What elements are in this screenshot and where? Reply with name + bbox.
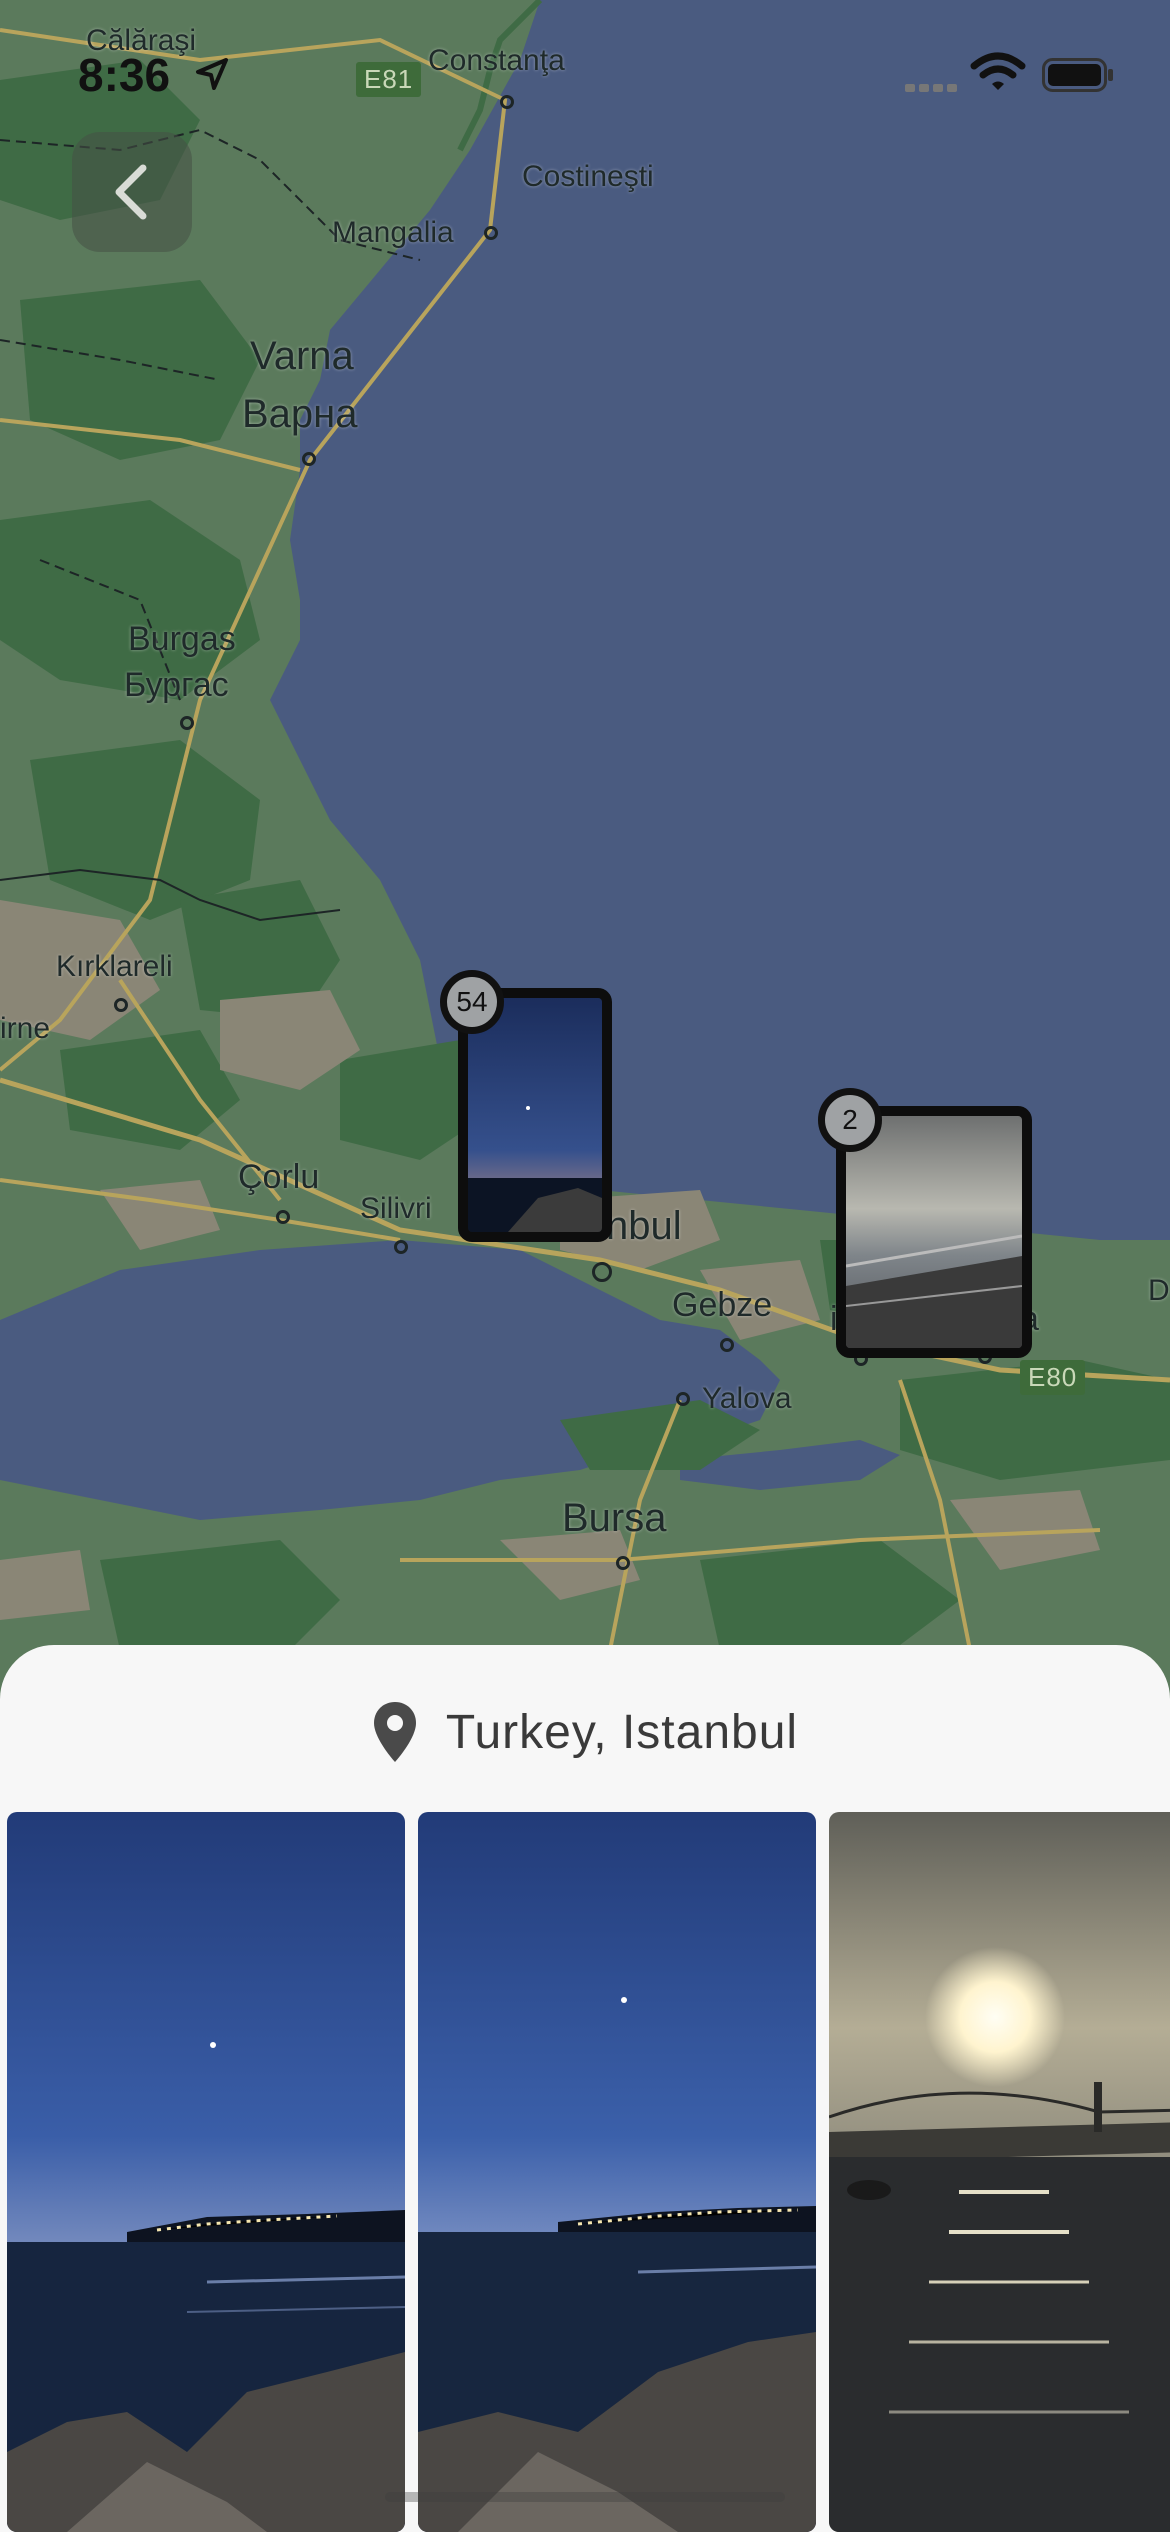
status-bar: 8:36: [0, 0, 1170, 140]
cluster-count-badge: 54: [440, 970, 504, 1034]
city-dot-yalova: [676, 1392, 690, 1406]
location-title: Turkey, Istanbul: [445, 1705, 799, 1759]
location-photos-sheet: Turkey, Istanbul: [0, 1645, 1170, 2532]
photo-thumbnail[interactable]: [7, 1812, 405, 2532]
photo-thumbnail[interactable]: [418, 1812, 816, 2532]
map-label-mangalia: Mangalia: [332, 216, 454, 249]
city-dot-burgas: [180, 716, 194, 730]
map-label-edirne: irne: [0, 1012, 51, 1045]
status-time: 8:36: [78, 49, 171, 101]
sheet-header: Turkey, Istanbul: [0, 1697, 1170, 1767]
map-label-varna-cyrillic: Варна: [242, 392, 358, 436]
cluster-thumbnail: [468, 998, 602, 1232]
city-dot-kirklareli: [114, 998, 128, 1012]
chevron-left-icon: [115, 164, 147, 220]
map-label-bursa: Bursa: [562, 1496, 667, 1540]
location-arrow-icon: [196, 58, 228, 90]
city-dot-varna: [302, 452, 316, 466]
sunset-bridge-photo: [829, 1812, 1170, 2532]
road-badge-e80: E80: [1020, 1360, 1086, 1395]
city-dot-bursa: [616, 1556, 630, 1570]
photo-thumbnail[interactable]: [829, 1812, 1170, 2532]
map-label-silivri: Silivri: [360, 1192, 432, 1225]
map-label-edge: D: [1148, 1274, 1170, 1307]
map-label-istanbul: nbul: [606, 1204, 682, 1248]
map-label-burgas-cyrillic: Бургас: [124, 666, 229, 704]
map-view[interactable]: Călăraşi Constanţa Costineşti Mangalia V…: [0, 0, 1170, 1700]
map-label-costinesti: Costineşti: [522, 160, 654, 193]
city-dot-corlu: [276, 1210, 290, 1224]
city-dot-silivri: [394, 1240, 408, 1254]
signal-icon: [905, 84, 957, 92]
map-label-corlu: Çorlu: [238, 1158, 320, 1196]
map-label-gebze: Gebze: [672, 1286, 773, 1324]
back-button[interactable]: [72, 132, 192, 252]
home-indicator[interactable]: [385, 2492, 785, 2502]
city-dot-gebze: [720, 1338, 734, 1352]
cluster-count-badge: 2: [818, 1088, 882, 1152]
cluster-thumbnail: [846, 1116, 1022, 1348]
battery-icon: [1042, 58, 1113, 92]
map-canvas: [0, 0, 1170, 1700]
city-dot-mangalia: [484, 226, 498, 240]
dusk-seaside-photo: [7, 1812, 405, 2532]
map-label-kirklareli: Kırklareli: [56, 950, 173, 983]
map-label-yalova: Yalova: [702, 1382, 792, 1415]
wifi-icon: [970, 52, 1026, 90]
map-pin-icon: [373, 1702, 416, 1762]
map-label-varna: Varna: [250, 334, 354, 378]
dusk-seaside-photo: [418, 1812, 816, 2532]
map-label-burgas: Burgas: [128, 620, 236, 658]
city-dot-istanbul: [592, 1262, 612, 1282]
